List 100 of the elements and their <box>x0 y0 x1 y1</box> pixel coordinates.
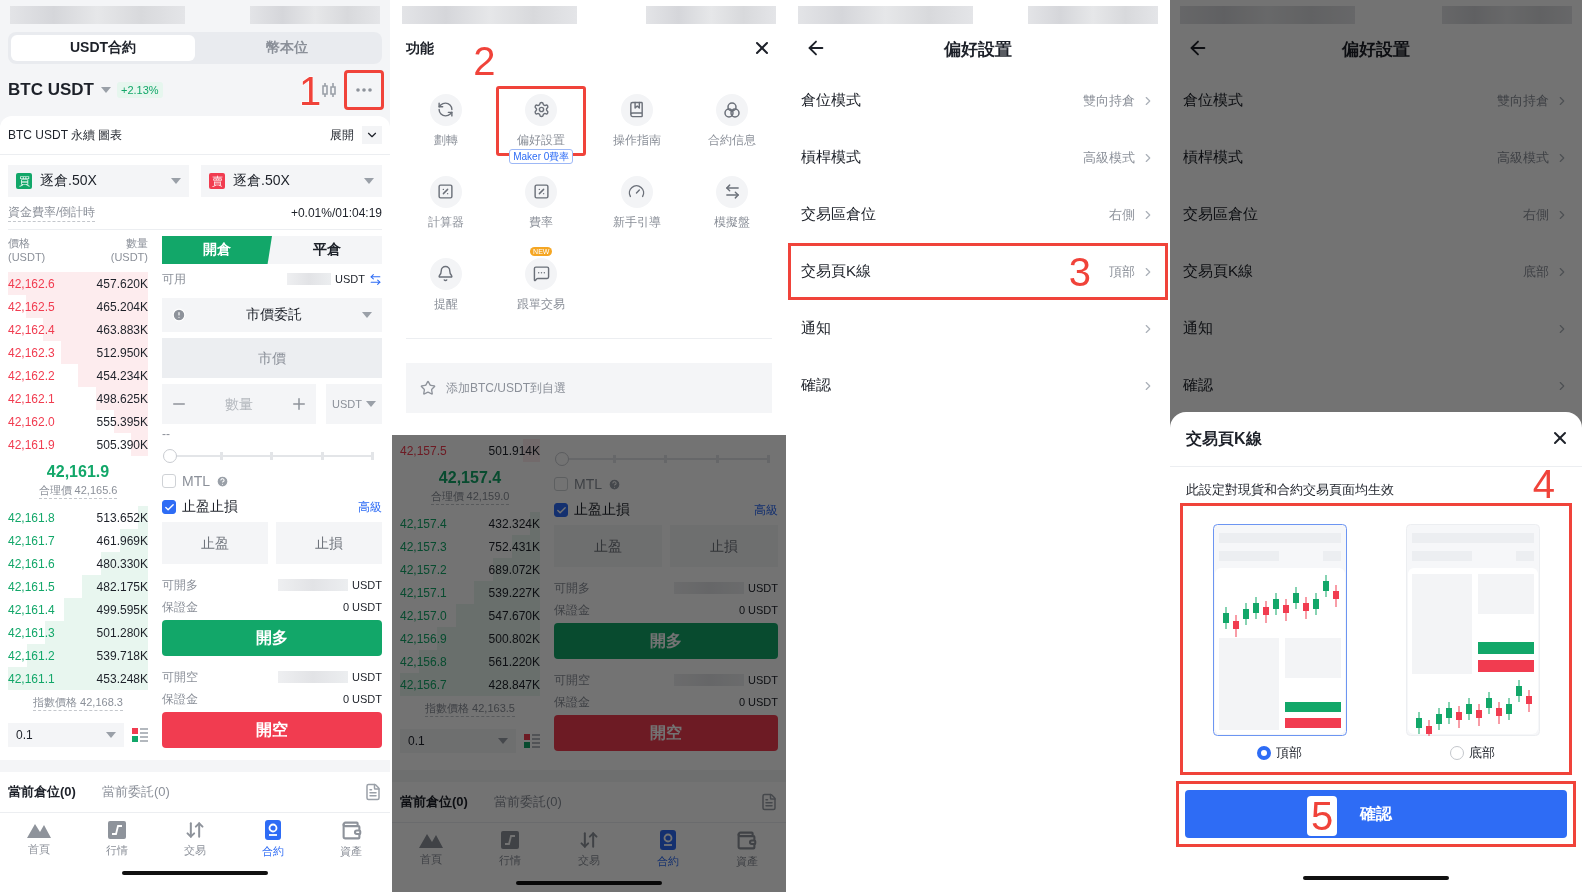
nav-item[interactable]: 合約 <box>628 829 708 869</box>
nav-item[interactable]: 資產 <box>312 819 390 859</box>
nav-item[interactable]: 交易 <box>156 820 234 858</box>
bell-icon <box>429 257 462 290</box>
menu-item[interactable]: 模擬盤 <box>687 168 778 238</box>
depth-select[interactable]: 0.1 <box>400 729 516 753</box>
order-button[interactable]: 開空 <box>554 715 778 751</box>
menu-item[interactable]: 提醒 <box>400 250 491 320</box>
order-book-layout-icon[interactable] <box>132 727 148 743</box>
step-number: 1 <box>299 71 322 111</box>
amount-text: 512.950K <box>96 345 148 360</box>
amount-text: 482.175K <box>96 579 148 594</box>
wallet-icon <box>340 819 362 841</box>
layout-preview-drawing[interactable] <box>1212 524 1347 736</box>
price-text: 42,162.1 <box>8 391 55 406</box>
amount-text: 499.595K <box>96 602 148 617</box>
chart-icon <box>500 830 521 850</box>
order-button[interactable]: 開多 <box>554 623 778 659</box>
stop-loss-field[interactable]: 止損 <box>670 525 778 567</box>
arrows-icon <box>579 830 599 850</box>
file-icon[interactable] <box>364 783 382 801</box>
menu-item[interactable]: 操作指南 <box>591 86 682 156</box>
menu-item[interactable]: 計算器 <box>400 168 491 238</box>
expand-toggle[interactable]: 展開 <box>330 126 382 144</box>
position-tab[interactable]: 當前倉位(0) <box>400 793 468 811</box>
amount-text: 547.670K <box>488 608 540 623</box>
book-icon <box>620 93 653 126</box>
setting-label: 確認 <box>801 376 831 395</box>
symbol-selector[interactable]: BTC USDT <box>8 80 111 100</box>
margin-select[interactable]: 買 逐倉.50X <box>8 165 189 197</box>
setting-value: 頂部 <box>1109 262 1135 281</box>
unit-select[interactable]: USDT <box>326 384 382 424</box>
plus-icon[interactable] <box>290 395 308 413</box>
amount-text: 505.390K <box>96 437 148 452</box>
amount-text: 539.718K <box>96 648 148 663</box>
page-title: 偏好設置 <box>1341 38 1411 61</box>
price-field[interactable]: 市價 <box>162 338 382 378</box>
column-header: 數量 <box>126 236 148 251</box>
advanced-link[interactable]: 高級 <box>754 501 778 519</box>
step-number: 3 <box>1068 252 1091 292</box>
swap-arrows-icon[interactable] <box>369 272 382 286</box>
position-tab[interactable]: 當前委託(0) <box>101 783 170 801</box>
menu-item[interactable]: 合約信息 <box>687 86 778 156</box>
nav-item[interactable]: 首頁 <box>0 821 78 857</box>
file-icon[interactable] <box>760 793 778 811</box>
menu-item[interactable]: 劃轉 <box>400 86 491 156</box>
add-to-watchlist-button[interactable]: 添加BTC/USDT到自選 <box>406 363 772 413</box>
amount-text: 561.220K <box>488 654 540 669</box>
amount-text: 454.234K <box>96 368 148 383</box>
contract-tab[interactable]: 幣本位 <box>195 35 379 61</box>
amount-text: 555.395K <box>96 414 148 429</box>
position-tab[interactable]: 當前倉位(0) <box>8 783 76 801</box>
amount-text: 457.620K <box>96 276 148 291</box>
amount-text: 513.652K <box>96 510 148 525</box>
setting-label: 通知 <box>801 319 831 338</box>
available-label: 可用 <box>162 270 186 288</box>
order-book-layout-icon[interactable] <box>524 733 540 749</box>
take-profit-field[interactable]: 止盈 <box>554 525 662 567</box>
side-label: 可開空 <box>162 668 198 686</box>
price-text: 42,162.4 <box>8 322 55 337</box>
unit-text: USDT <box>352 579 382 591</box>
order-tab[interactable]: 平倉 <box>272 236 382 264</box>
amount-text: 498.625K <box>96 391 148 406</box>
slider-thumb[interactable] <box>163 449 177 463</box>
price-text: 42,157.3 <box>400 539 447 554</box>
quantity-field[interactable]: 數量 <box>188 395 290 413</box>
contract-tab[interactable]: USDT合約 <box>11 35 195 61</box>
take-profit-field[interactable]: 止盈 <box>162 522 268 564</box>
advanced-link[interactable]: 高級 <box>358 498 382 516</box>
stop-loss-field[interactable]: 止損 <box>276 522 382 564</box>
help-icon[interactable] <box>608 477 621 491</box>
price-text: 42,161.5 <box>8 579 55 594</box>
order-button[interactable]: 開多 <box>162 620 382 656</box>
price-text: 42,162.5 <box>8 299 55 314</box>
unit-text: USDT <box>748 674 778 686</box>
nav-item[interactable]: 合約 <box>234 819 312 859</box>
order-tab[interactable]: 開倉 <box>162 236 272 264</box>
more-icon <box>356 88 372 92</box>
order-type-select[interactable]: 市價委託 <box>162 298 382 332</box>
step-number: 2 <box>473 41 496 81</box>
margin-value: 0 USDT <box>738 604 778 616</box>
candlestick-icon[interactable] <box>320 81 338 99</box>
depth-select[interactable]: 0.1 <box>8 723 124 747</box>
amount-text: 689.072K <box>488 562 540 577</box>
setting-label: 槓桿模式 <box>1183 148 1243 167</box>
swap-arrows-icon <box>716 175 749 208</box>
price-text: 42,161.7 <box>8 533 55 548</box>
amount-text: 539.227K <box>488 585 540 600</box>
quantity-stepper[interactable]: 數量 <box>162 384 316 424</box>
checkbox[interactable] <box>162 500 176 514</box>
menu-item[interactable]: 新手引導 <box>591 168 682 238</box>
margin-select[interactable]: 賣 逐倉.50X <box>201 165 382 197</box>
setting-label: 交易區倉位 <box>1183 205 1258 224</box>
setting-label: 交易區倉位 <box>801 205 876 224</box>
radio-button[interactable] <box>1257 746 1271 760</box>
help-icon[interactable] <box>216 474 229 488</box>
order-button[interactable]: 開空 <box>162 712 382 748</box>
nav-item[interactable]: 行情 <box>78 820 156 858</box>
checkbox[interactable] <box>554 503 568 517</box>
setting-value: 高級模式 <box>1083 148 1135 167</box>
